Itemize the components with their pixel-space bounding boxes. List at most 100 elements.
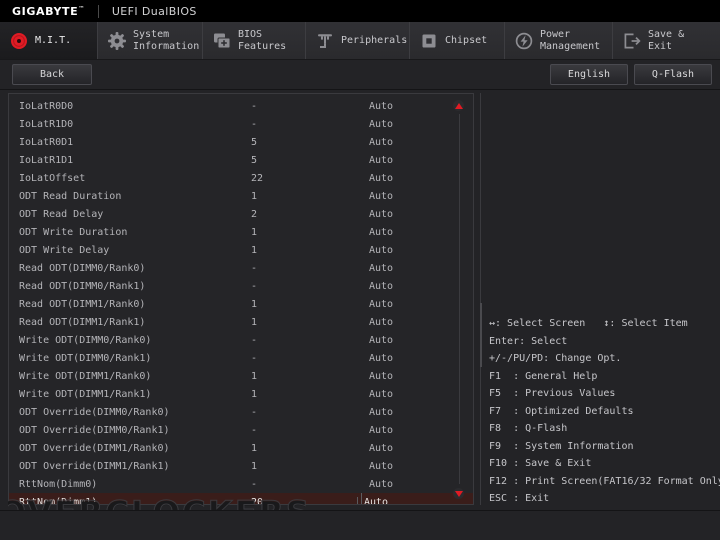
setting-option[interactable]: Auto xyxy=(363,461,393,472)
tab-mit[interactable]: M.I.T. xyxy=(0,22,98,59)
setting-name: IoLatR1D1 xyxy=(19,154,74,166)
tab-bios-features[interactable]: BIOS Features xyxy=(203,22,306,59)
setting-value: 1 xyxy=(251,370,258,382)
setting-value: - xyxy=(251,118,258,130)
table-row[interactable]: Read ODT(DIMM0/Rank1) - Auto xyxy=(9,277,473,295)
setting-name: ODT Override(DIMM1/Rank1) xyxy=(19,460,170,472)
setting-option[interactable]: Auto xyxy=(363,335,393,346)
setting-name: Read ODT(DIMM1/Rank1) xyxy=(19,316,146,328)
setting-value: 1 xyxy=(251,244,258,256)
table-row[interactable]: Write ODT(DIMM1/Rank1) 1 Auto xyxy=(9,385,473,403)
table-row[interactable]: ODT Write Delay 1 Auto xyxy=(9,241,473,259)
table-row[interactable]: Read ODT(DIMM0/Rank0) - Auto xyxy=(9,259,473,277)
setting-option[interactable]: Auto xyxy=(363,425,393,436)
q-flash-button[interactable]: Q-Flash xyxy=(634,64,712,85)
settings-list-panel: IoLatR0D0 - Auto IoLatR1D0 - Auto IoLatR0D1 5 Au… xyxy=(8,93,474,505)
help-line: F1 : General Help xyxy=(489,370,598,382)
trademark-symbol: ™ xyxy=(78,4,85,12)
setting-option[interactable]: Auto xyxy=(363,407,393,418)
setting-option[interactable]: Auto xyxy=(363,137,393,148)
setting-value: - xyxy=(251,406,258,418)
setting-value: 2 xyxy=(251,208,258,220)
action-bar: Back English Q-Flash xyxy=(0,60,720,90)
main-navigation: M.I.T. System Information BIOS Features … xyxy=(0,22,720,60)
table-row[interactable]: ODT Write Duration 1 Auto xyxy=(9,223,473,241)
table-row[interactable]: ODT Override(DIMM1/Rank0) 1 Auto xyxy=(9,439,473,457)
setting-option[interactable]: Auto xyxy=(363,479,393,490)
setting-option[interactable]: Auto xyxy=(363,371,393,382)
setting-value: 1 xyxy=(251,442,258,454)
help-line: F10 : Save & Exit xyxy=(489,458,592,469)
setting-option[interactable]: Auto xyxy=(363,281,393,292)
help-line: +/-/PU/PD: Change Opt. xyxy=(489,353,622,364)
setting-option[interactable]: Auto xyxy=(363,245,393,256)
target-dot-icon xyxy=(10,32,28,50)
setting-option[interactable]: Auto xyxy=(363,191,393,202)
tab-peripherals[interactable]: Peripherals xyxy=(306,22,410,59)
selection-divider xyxy=(361,493,362,504)
table-row[interactable]: IoLatR0D0 - Auto xyxy=(9,97,473,115)
list-scrollbar[interactable] xyxy=(459,114,460,484)
setting-option[interactable]: Auto xyxy=(363,101,393,112)
table-row[interactable]: Write ODT(DIMM0/Rank0) - Auto xyxy=(9,331,473,349)
setting-value: - xyxy=(251,262,258,274)
setting-option[interactable]: Auto xyxy=(363,155,393,166)
setting-name: Read ODT(DIMM0/Rank1) xyxy=(19,280,146,292)
setting-value: - xyxy=(251,478,258,490)
table-row[interactable]: Write ODT(DIMM1/Rank0) 1 Auto xyxy=(9,367,473,385)
setting-option[interactable]: Auto xyxy=(363,119,393,130)
setting-name: RttNom(Dimm1) xyxy=(19,496,98,505)
setting-name: ODT Override(DIMM0/Rank1) xyxy=(19,424,170,436)
gear-icon xyxy=(108,31,126,50)
setting-option[interactable]: Auto xyxy=(363,299,393,310)
setting-option[interactable]: Auto xyxy=(363,263,393,274)
setting-option[interactable]: Auto xyxy=(363,389,393,400)
table-row[interactable]: ODT Read Duration 1 Auto xyxy=(9,187,473,205)
setting-name: IoLatOffset xyxy=(19,172,86,184)
table-row[interactable]: ODT Override(DIMM0/Rank0) - Auto xyxy=(9,403,473,421)
setting-value: 20 xyxy=(251,496,264,505)
setting-name: ODT Write Delay xyxy=(19,244,110,256)
tab-system-information[interactable]: System Information xyxy=(98,22,203,59)
setting-option[interactable]: Auto xyxy=(363,353,393,364)
help-line: F5 : Previous Values xyxy=(489,388,616,399)
setting-name: Write ODT(DIMM1/Rank1) xyxy=(19,388,152,400)
tab-chipset[interactable]: Chipset xyxy=(410,22,505,59)
table-row[interactable]: Read ODT(DIMM1/Rank0) 1 Auto xyxy=(9,295,473,313)
table-row[interactable]: ODT Override(DIMM0/Rank1) - Auto xyxy=(9,421,473,439)
table-row[interactable]: IoLatOffset 22 Auto xyxy=(9,169,473,187)
tab-save-and-exit[interactable]: Save & Exit xyxy=(613,22,720,59)
table-row[interactable]: ODT Read Delay 2 Auto xyxy=(9,205,473,223)
setting-option[interactable]: Auto xyxy=(363,173,393,184)
setting-option[interactable]: Auto xyxy=(363,443,393,454)
scroll-up-arrow-icon[interactable] xyxy=(453,100,464,111)
setting-name: IoLatR1D0 xyxy=(19,118,74,130)
table-row[interactable]: ODT Override(DIMM1/Rank1) 1 Auto xyxy=(9,457,473,475)
setting-option[interactable]: Auto xyxy=(363,227,393,238)
table-row[interactable]: IoLatR1D0 - Auto xyxy=(9,115,473,133)
scroll-down-arrow-icon[interactable] xyxy=(453,488,464,499)
plug-icon xyxy=(316,32,334,50)
language-button[interactable]: English xyxy=(550,64,628,85)
setting-name: Write ODT(DIMM1/Rank0) xyxy=(19,370,152,382)
table-row[interactable]: Write ODT(DIMM0/Rank1) - Auto xyxy=(9,349,473,367)
setting-value: - xyxy=(251,100,258,112)
setting-option[interactable]: Auto xyxy=(363,209,393,220)
tab-power-management[interactable]: Power Management xyxy=(505,22,613,59)
setting-value: 1 xyxy=(251,226,258,238)
content-area: IoLatR0D0 - Auto IoLatR1D0 - Auto IoLatR0D1 5 Au… xyxy=(0,90,720,508)
back-button[interactable]: Back xyxy=(12,64,92,85)
table-row[interactable]: RttNom(Dimm1) 20 Auto xyxy=(9,493,473,505)
table-row[interactable]: IoLatR1D1 5 Auto xyxy=(9,151,473,169)
setting-option[interactable]: Auto xyxy=(363,317,393,328)
brand-divider xyxy=(97,4,99,18)
lightning-icon xyxy=(515,32,533,50)
table-row[interactable]: Read ODT(DIMM1/Rank1) 1 Auto xyxy=(9,313,473,331)
table-row[interactable]: IoLatR0D1 5 Auto xyxy=(9,133,473,151)
exit-arrow-icon xyxy=(623,32,641,50)
help-panel-marker xyxy=(480,303,482,367)
table-row[interactable]: RttNom(Dimm0) - Auto xyxy=(9,475,473,493)
help-line: F12 : Print Screen(FAT16/32 Format Only) xyxy=(489,475,720,487)
gigabyte-logo-text: GIGABYTE xyxy=(12,4,79,18)
setting-name: Read ODT(DIMM1/Rank0) xyxy=(19,298,146,310)
